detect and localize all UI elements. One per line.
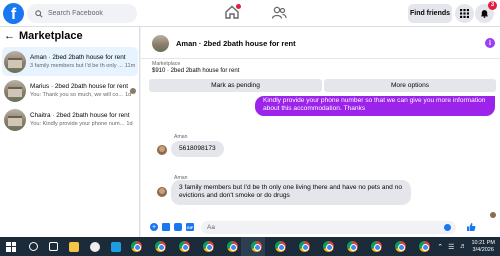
sticky-app-icon[interactable] [69, 241, 79, 252]
taskbar-chrome[interactable] [241, 237, 265, 256]
taskbar-chrome[interactable] [121, 237, 145, 256]
listing-value: $910 · 2bed 2bath house for rent [152, 68, 240, 74]
listing-thumbnail [4, 50, 26, 73]
sticker-icon[interactable] [174, 223, 182, 231]
find-friends-button[interactable]: Find friends [408, 4, 452, 23]
listing-thumbnail [4, 79, 26, 102]
clock-time: 10:21 PM [471, 239, 495, 246]
message-sender: Aman [174, 134, 188, 140]
message-composer: + GIF Aa [141, 217, 500, 237]
top-bar: f Find friends 3 [0, 0, 500, 27]
listing-thumbnail[interactable] [152, 35, 169, 52]
plus-icon[interactable]: + [150, 223, 158, 231]
emoji-icon[interactable] [444, 223, 451, 231]
chrome-icon [131, 241, 142, 252]
bell-icon [481, 10, 488, 18]
taskbar-chrome[interactable] [265, 237, 289, 256]
taskbar-search-icon[interactable] [29, 242, 38, 251]
taskbar-clock[interactable]: 10:21 PM 3/4/2026 [471, 240, 495, 254]
listing-label: Marketplace [152, 61, 181, 67]
message-placeholder: Aa [207, 223, 215, 231]
app-icon[interactable] [111, 241, 121, 252]
info-icon[interactable]: i [485, 38, 495, 48]
taskbar-chrome[interactable] [337, 237, 361, 256]
taskbar-chrome[interactable] [145, 237, 169, 256]
chrome-icon [347, 241, 358, 252]
messenger-button[interactable]: 3 [475, 1, 497, 23]
chat-title[interactable]: Aman · 2bed 2bath house for rent [176, 39, 296, 48]
search-box[interactable] [27, 4, 137, 23]
taskbar-chrome[interactable] [169, 237, 193, 256]
home-notification-dot [236, 4, 241, 9]
like-icon[interactable] [466, 222, 476, 232]
sender-avatar[interactable] [157, 145, 167, 155]
taskbar-chrome[interactable] [361, 237, 385, 256]
conversation-time: 1d [126, 121, 133, 127]
chrome-icon [299, 241, 310, 252]
conversation-preview: You: Thank you so much, we will co... [30, 92, 123, 98]
app-icon[interactable] [90, 241, 100, 252]
facebook-logo[interactable]: f [3, 3, 24, 24]
task-view-icon[interactable] [49, 242, 58, 251]
taskbar-chrome[interactable] [289, 237, 313, 256]
conversation-preview: 3 family members but I'd be th only ... [30, 63, 123, 69]
notification-badge: 3 [488, 1, 497, 10]
chevron-up-icon[interactable]: ⌃ [437, 243, 443, 251]
clock-date: 3/4/2026 [472, 246, 494, 253]
mark-as-pending-button[interactable]: Mark as pending [149, 79, 322, 92]
windows-start-icon[interactable] [6, 241, 16, 252]
friends-nav-button[interactable] [271, 5, 287, 21]
conversation-time: 11m [124, 63, 136, 69]
chrome-icon [179, 241, 190, 252]
chrome-icon [227, 241, 238, 252]
incoming-message: 3 family members but I'd be th only one … [171, 180, 411, 205]
outgoing-message: Kindly provide your phone number so that… [255, 96, 495, 117]
sender-avatar[interactable] [157, 187, 167, 197]
search-icon [35, 9, 43, 18]
back-arrow-icon[interactable]: ← [4, 30, 16, 42]
more-options-button[interactable]: More options [324, 79, 496, 92]
volume-icon[interactable]: ♬ [459, 243, 466, 250]
chrome-icon [323, 241, 334, 252]
conversation-item[interactable]: Chaitra · 2bed 2bath house for rent You:… [2, 105, 138, 134]
friends-icon [271, 6, 287, 19]
marketplace-panel: ← Marketplace Aman · 2bed 2bath house fo… [0, 27, 140, 237]
taskbar-chrome[interactable] [385, 237, 409, 256]
marketplace-title: Marketplace [19, 30, 83, 42]
photo-icon[interactable] [162, 223, 170, 231]
menu-button[interactable] [455, 4, 474, 23]
incoming-message: 5618098173 [171, 141, 224, 158]
chrome-icon [371, 241, 382, 252]
listing-thumbnail [4, 108, 26, 131]
home-nav-button[interactable] [224, 4, 241, 20]
chrome-icon [419, 241, 430, 252]
conversation-item[interactable]: Marius · 2bed 2bath house for rent You: … [2, 76, 138, 105]
chat-panel: Aman · 2bed 2bath house for rent i Marke… [141, 27, 500, 237]
chrome-icon [251, 241, 262, 252]
conversation-name: Aman · 2bed 2bath house for rent [30, 54, 126, 61]
chrome-icon [395, 241, 406, 252]
taskbar-chrome[interactable] [409, 237, 433, 256]
chat-header: Aman · 2bed 2bath house for rent i [141, 27, 500, 59]
grid-menu-icon [460, 9, 469, 18]
conversation-preview: You: Kindly provide your phone num... [30, 121, 125, 127]
conversation-name: Chaitra · 2bed 2bath house for rent [30, 112, 130, 119]
chrome-icon [275, 241, 286, 252]
listing-card[interactable]: Marketplace $910 · 2bed 2bath house for … [152, 61, 239, 74]
marketplace-header: ← Marketplace [0, 27, 139, 45]
conversation-item[interactable]: Aman · 2bed 2bath house for rent 3 famil… [2, 47, 138, 76]
network-icon[interactable]: ☰ [448, 243, 454, 251]
conversation-name: Marius · 2bed 2bath house for rent [30, 83, 129, 90]
chrome-icon [155, 241, 166, 252]
message-input[interactable]: Aa [201, 220, 456, 234]
taskbar-chrome[interactable] [193, 237, 217, 256]
taskbar-chrome[interactable] [217, 237, 241, 256]
windows-taskbar: ⌃ ☰ ♬ 10:21 PM 3/4/2026 [0, 237, 500, 256]
chrome-icon [203, 241, 214, 252]
taskbar-chrome[interactable] [313, 237, 337, 256]
gif-icon[interactable]: GIF [186, 223, 194, 231]
search-input[interactable] [48, 10, 133, 17]
system-tray: ⌃ ☰ ♬ 10:21 PM 3/4/2026 [437, 237, 500, 256]
seen-avatar [130, 88, 136, 94]
